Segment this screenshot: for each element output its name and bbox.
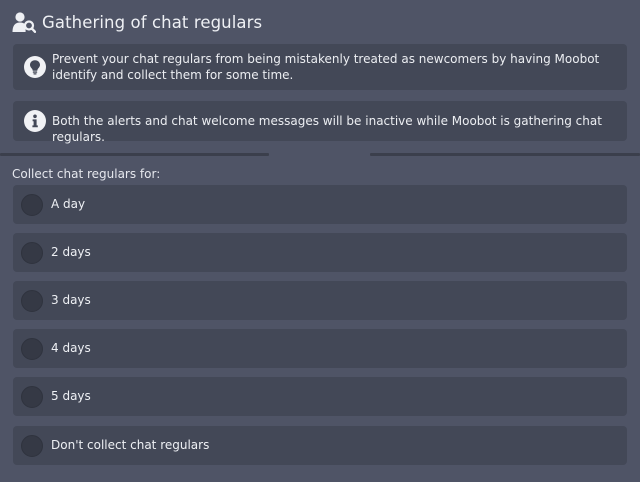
radio-button[interactable] [21, 242, 43, 264]
panel-header: Gathering of chat regulars [12, 10, 262, 34]
radio-button[interactable] [21, 338, 43, 360]
option-5-days[interactable]: 5 days [13, 377, 627, 416]
option-a-day[interactable]: A day [13, 185, 627, 224]
info-text: Both the alerts and chat welcome message… [52, 114, 602, 144]
option-label: 2 days [51, 245, 91, 259]
tip-text: Prevent your chat regulars from being mi… [52, 52, 600, 82]
option-dont-collect[interactable]: Don't collect chat regulars [13, 426, 627, 465]
radio-button[interactable] [21, 386, 43, 408]
info-notice: Both the alerts and chat welcome message… [13, 101, 627, 144]
option-label: 5 days [51, 389, 91, 403]
lightbulb-icon [24, 56, 46, 78]
option-2-days[interactable]: 2 days [13, 233, 627, 272]
option-label: A day [51, 197, 86, 211]
collect-label: Collect chat regulars for: [12, 167, 161, 181]
tip-notice: Prevent your chat regulars from being mi… [13, 44, 627, 90]
radio-button[interactable] [21, 435, 43, 457]
option-3-days[interactable]: 3 days [13, 281, 627, 320]
page-title: Gathering of chat regulars [42, 12, 263, 32]
option-label: 4 days [51, 341, 91, 355]
radio-button[interactable] [21, 194, 43, 216]
user-search-icon [12, 12, 36, 33]
divider [0, 153, 269, 156]
radio-button[interactable] [21, 290, 43, 312]
option-label: Don't collect chat regulars [51, 438, 210, 452]
info-icon [24, 110, 46, 132]
divider [370, 153, 640, 156]
option-4-days[interactable]: 4 days [13, 329, 627, 368]
option-label: 3 days [51, 293, 91, 307]
gathering-panel: Gathering of chat regulars Prevent your … [0, 0, 640, 482]
